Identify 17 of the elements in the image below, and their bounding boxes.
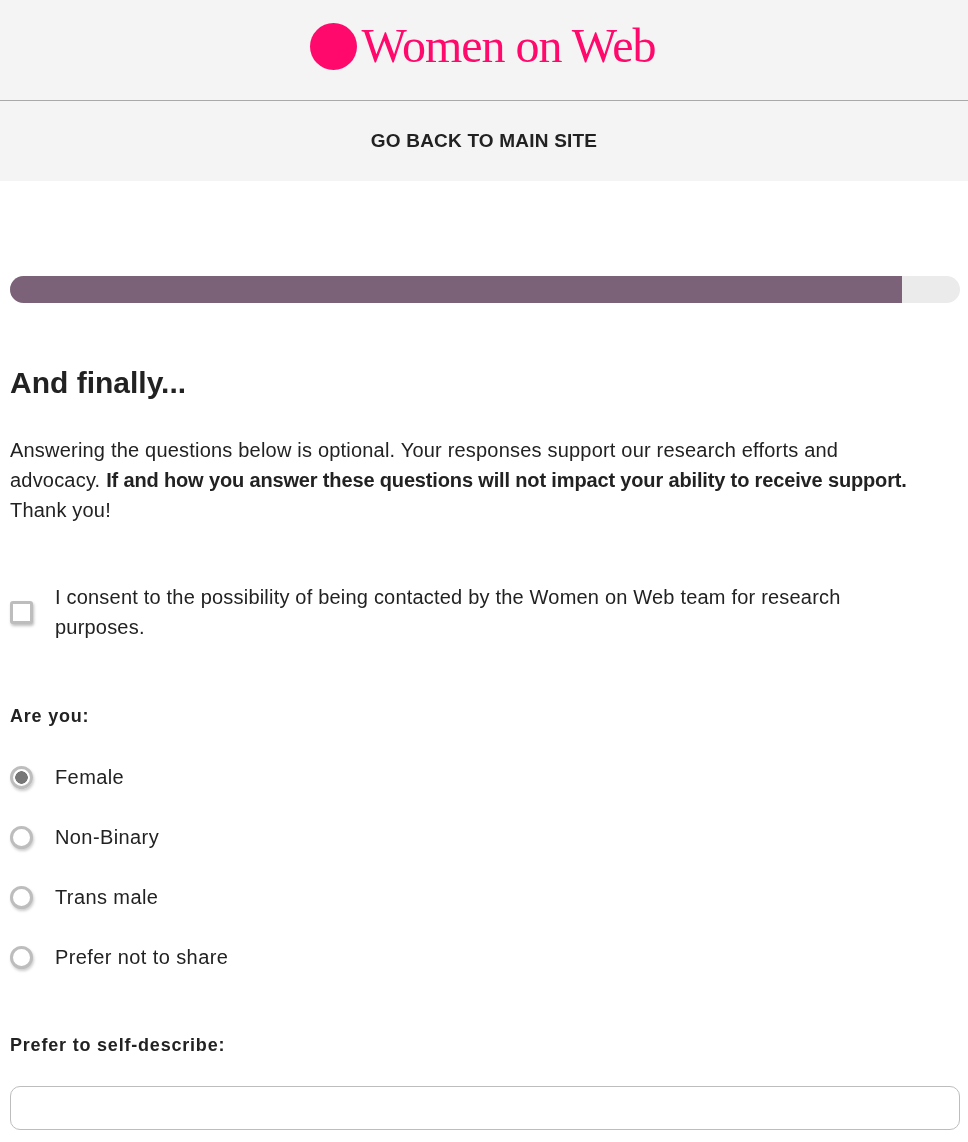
question-label: Are you: — [10, 705, 91, 728]
input-field[interactable] — [10, 1086, 960, 1130]
option-label: Prefer not to share — [55, 945, 229, 970]
consent-checkbox[interactable] — [10, 600, 33, 624]
option-label: Female — [55, 765, 125, 790]
consent-label: I consent to the possibility of being contacted by the Women on Web team for research purposes. — [55, 585, 842, 640]
radio-button[interactable] — [10, 825, 33, 849]
radio-button[interactable] — [10, 765, 33, 789]
back-link[interactable]: GO BACK TO MAIN SITE — [370, 130, 598, 152]
logo-text: Women on Web — [361, 22, 656, 70]
field-label: Prefer to self-describe: — [10, 1034, 227, 1057]
option-label: Trans male — [55, 885, 159, 910]
radio-button[interactable] — [10, 945, 33, 969]
option-label: Non-Binary — [55, 825, 160, 850]
radio-button[interactable] — [10, 885, 33, 909]
intro-text: Answering the questions below is optional. Your responses support our research efforts and advocacy. If and how you answer these questions will not impact your ability to receive support. Thank you! — [10, 438, 908, 523]
page-title: And finally... — [10, 365, 188, 401]
